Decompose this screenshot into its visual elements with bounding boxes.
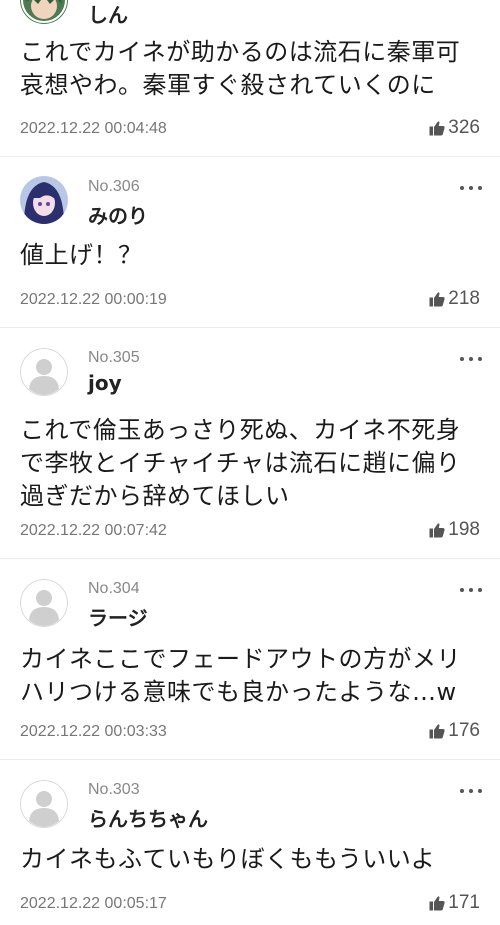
comment-line: カイネここでフェードアウトの方がメリ (20, 645, 461, 673)
timestamp: 2022.12.22 00:04:48 (20, 120, 167, 137)
comment-item: No.305 joy これで倫玉あっさり死ぬ、カイネ不死身 で李牧とイチャイチャ… (0, 328, 500, 559)
comment-line: カイネもふていもりぼくももういいよ (20, 845, 436, 873)
more-options-icon[interactable] (460, 786, 482, 796)
comment-line: ハリつける意味でも良かったような…w (20, 678, 457, 706)
user-name[interactable]: しん (88, 0, 128, 28)
comment-number: No.306 (88, 178, 140, 195)
comment-text: これで倫玉あっさり死ぬ、カイネ不死身 で李牧とイチャイチャは流石に趙に偏り 過ぎ… (20, 414, 485, 513)
user-avatar[interactable] (20, 579, 68, 627)
like-button[interactable]: 326 (429, 117, 480, 139)
comment-item: No.306 みのり 値上げ！？ 2022.12.22 00:00:19 218 (0, 157, 500, 328)
comment-line: 哀想やわ。秦軍すぐ殺されていくのに (20, 71, 436, 99)
user-name[interactable]: joy (88, 371, 122, 395)
comment-number: No.305 (88, 349, 140, 366)
user-name[interactable]: らんちちゃん (88, 803, 208, 832)
comment-line: これで倫玉あっさり死ぬ、カイネ不死身 (20, 416, 461, 444)
user-avatar[interactable] (20, 0, 68, 24)
more-options-icon[interactable] (460, 585, 482, 595)
comment-item: しん これでカイネが助かるのは流石に秦軍可 哀想やわ。秦軍すぐ殺されていくのに … (0, 0, 500, 157)
comment-text: 値上げ！？ (20, 239, 485, 272)
like-button[interactable]: 198 (429, 519, 480, 541)
like-button[interactable]: 176 (429, 720, 480, 742)
like-count: 218 (448, 288, 480, 309)
timestamp: 2022.12.22 00:05:17 (20, 895, 167, 912)
comment-text: これでカイネが助かるのは流石に秦軍可 哀想やわ。秦軍すぐ殺されていくのに (20, 36, 485, 102)
user-name[interactable]: ラージ (88, 602, 148, 631)
comment-line: 値上げ！？ (20, 241, 143, 269)
like-count: 326 (448, 117, 480, 138)
like-count: 171 (448, 892, 480, 913)
comment-line: 過ぎだから辞めてほしい (20, 482, 290, 510)
thumbs-up-icon (429, 724, 445, 739)
comment-number: No.304 (88, 580, 140, 597)
comment-text: カイネここでフェードアウトの方がメリ ハリつける意味でも良かったような…w (20, 643, 485, 709)
comment-text: カイネもふていもりぼくももういいよ (20, 843, 485, 876)
thumbs-up-icon (429, 292, 445, 307)
comment-item: No.303 らんちちゃん カイネもふていもりぼくももういいよ 2022.12.… (0, 760, 500, 925)
like-count: 176 (448, 720, 480, 741)
more-options-icon[interactable] (460, 183, 482, 193)
timestamp: 2022.12.22 00:00:19 (20, 291, 167, 308)
thumbs-up-icon (429, 121, 445, 136)
comment-feed: しん これでカイネが助かるのは流石に秦軍可 哀想やわ。秦軍すぐ殺されていくのに … (0, 0, 500, 925)
like-button[interactable]: 218 (429, 288, 480, 310)
user-name[interactable]: みのり (88, 200, 148, 229)
like-button[interactable]: 171 (429, 892, 480, 914)
user-avatar[interactable] (20, 780, 68, 828)
user-avatar[interactable] (20, 176, 68, 224)
comment-number: No.303 (88, 781, 140, 798)
like-count: 198 (448, 519, 480, 540)
comment-line: これでカイネが助かるのは流石に秦軍可 (20, 38, 461, 66)
comment-item: No.304 ラージ カイネここでフェードアウトの方がメリ ハリつける意味でも良… (0, 559, 500, 760)
thumbs-up-icon (429, 896, 445, 911)
timestamp: 2022.12.22 00:07:42 (20, 522, 167, 539)
more-options-icon[interactable] (460, 354, 482, 364)
timestamp: 2022.12.22 00:03:33 (20, 723, 167, 740)
thumbs-up-icon (429, 523, 445, 538)
comment-line: で李牧とイチャイチャは流石に趙に偏り (20, 449, 461, 477)
user-avatar[interactable] (20, 348, 68, 396)
